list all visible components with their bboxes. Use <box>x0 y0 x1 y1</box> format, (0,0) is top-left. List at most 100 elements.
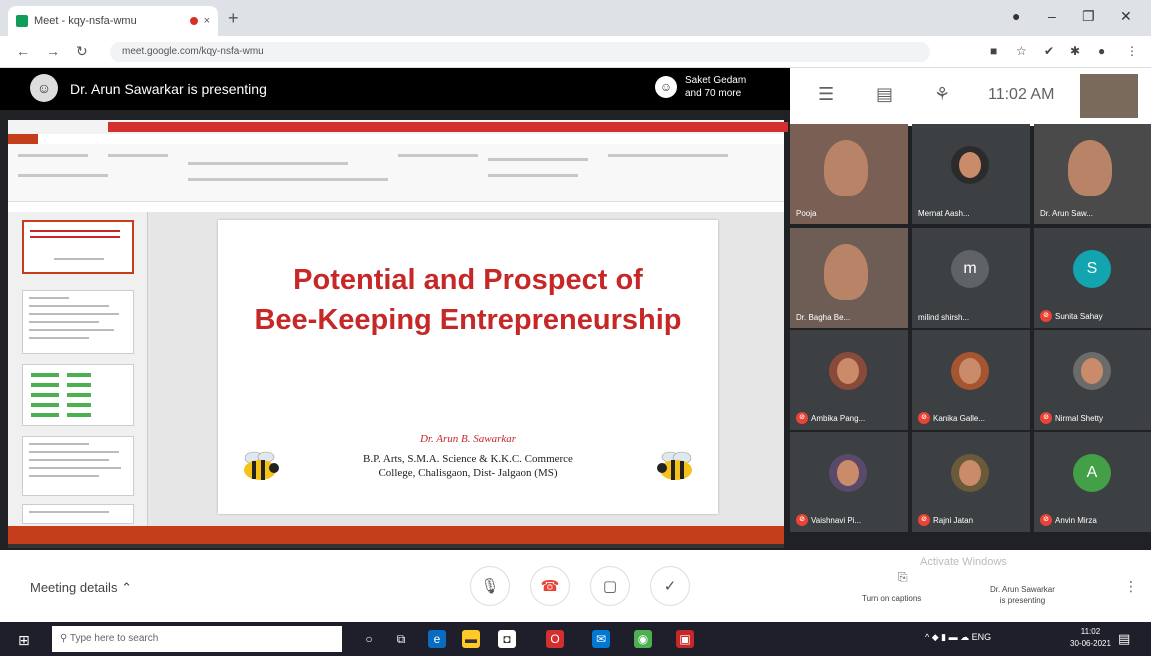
edge-icon[interactable]: e <box>428 630 446 648</box>
app-icon[interactable]: ▣ <box>676 630 694 648</box>
bee-right-icon <box>657 451 692 480</box>
bee-left-icon <box>244 451 279 480</box>
chrome-icon[interactable]: ◉ <box>634 630 652 648</box>
participant-name: Nirmal Shetty <box>1055 413 1104 423</box>
participant-tile[interactable]: Dr. Arun Saw... <box>1034 124 1151 224</box>
extensions-icon[interactable]: ✱ <box>1070 44 1080 58</box>
participant-name-row: ⊘ Vaishnavi Pi... <box>796 514 861 526</box>
participant-video <box>824 244 868 300</box>
browser-tab-strip: Meet - kqy-nsfa-wmu × + ● – ❐ ✕ <box>0 0 1151 36</box>
participant-name-row: Dr. Arun Saw... <box>1040 209 1093 218</box>
windows-start-icon[interactable]: ⊞ <box>18 632 30 649</box>
camera-icon: ▢ <box>602 578 618 595</box>
participants-icon[interactable]: ☰ <box>818 84 834 105</box>
windows-taskbar: ⊞ ⚲ Type here to search ○ ⧉ e ▬ ◘ O ✉ ◉ … <box>0 622 1151 656</box>
participant-name: Mernat Aash... <box>918 209 970 218</box>
mail-icon[interactable]: ✉ <box>592 630 610 648</box>
participant-name-row: ⊘ Rajni Jatan <box>918 514 973 526</box>
slide-college: B.P. Arts, S.M.A. Science & K.K.C. Comme… <box>318 452 618 480</box>
captions-icon[interactable]: ⎘ <box>898 570 908 585</box>
chevron-up-icon: ⌃ <box>121 580 132 595</box>
participant-tile[interactable]: Mernat Aash... <box>912 124 1030 224</box>
participant-tile[interactable]: Pooja <box>790 124 908 224</box>
participant-video <box>824 140 868 196</box>
raise-hand-button[interactable]: ✓ <box>650 566 690 606</box>
captions-label[interactable]: Turn on captions <box>862 594 921 603</box>
participant-tile[interactable]: ⊘ Rajni Jatan <box>912 432 1030 532</box>
slide-author: Dr. Arun B. Sawarkar <box>419 433 517 445</box>
camera-icon[interactable]: ■ <box>990 44 997 58</box>
file-explorer-icon[interactable]: ▬ <box>462 630 480 648</box>
viewer-avatar-icon: ☺ <box>655 76 677 98</box>
notification-icon[interactable]: ▤ <box>1118 631 1130 647</box>
mic-off-icon: ⊘ <box>1040 514 1052 526</box>
cortana-icon[interactable]: ○ <box>360 630 378 648</box>
back-icon[interactable]: ← <box>16 43 30 59</box>
close-window-button[interactable]: ✕ <box>1120 8 1132 25</box>
office-icon[interactable]: O <box>546 630 564 648</box>
browser-menu-icon[interactable]: ⋮ <box>1126 44 1138 58</box>
slide-thumbnail[interactable] <box>22 290 134 354</box>
close-tab-button[interactable]: × <box>204 15 210 27</box>
slide-thumbnail[interactable] <box>22 220 134 274</box>
mic-off-icon: ⊘ <box>1040 310 1052 322</box>
store-icon[interactable]: ◘ <box>498 630 516 648</box>
shared-powerpoint-window: Potential and Prospect of Bee-Keeping En… <box>8 120 788 548</box>
activities-icon[interactable]: ⚘ <box>934 84 950 105</box>
system-tray[interactable]: ^ ◆ ▮ ▬ ☁ ENG <box>925 632 991 643</box>
participant-name: Vaishnavi Pi... <box>811 515 862 525</box>
profile-icon[interactable]: ● <box>1012 8 1020 24</box>
taskbar-search-box[interactable]: ⚲ Type here to search <box>52 626 342 652</box>
reload-icon[interactable]: ↻ <box>76 43 88 60</box>
mic-off-icon: ⊘ <box>796 514 808 526</box>
taskbar-clock[interactable]: 11:02 30-06-2021 <box>1070 626 1111 650</box>
minimize-button[interactable]: – <box>1048 8 1056 24</box>
forward-icon[interactable]: → <box>46 43 60 59</box>
current-slide: Potential and Prospect of Bee-Keeping En… <box>218 220 718 514</box>
slide-thumbnail[interactable] <box>22 504 134 524</box>
extension-check-icon[interactable]: ✔ <box>1044 44 1054 58</box>
participant-tile[interactable]: m milind shirsh... <box>912 228 1030 328</box>
new-tab-button[interactable]: + <box>228 8 239 29</box>
participant-tile[interactable]: A ⊘ Anvin Mirza <box>1034 432 1151 532</box>
participant-avatar: m <box>951 250 989 288</box>
slide-thumbnail-pane <box>8 212 148 526</box>
bookmark-star-icon[interactable]: ☆ <box>1016 44 1027 58</box>
tab-title: Meet - kqy-nsfa-wmu <box>34 15 137 27</box>
mic-off-icon: ⊘ <box>918 514 930 526</box>
slide-thumbnail[interactable] <box>22 436 134 496</box>
mic-off-icon: ⊘ <box>1040 412 1052 424</box>
participant-tile[interactable]: ⊘ Vaishnavi Pi... <box>790 432 908 532</box>
participant-name-row: ⊘ Sunita Sahay <box>1040 310 1103 322</box>
browser-tab[interactable]: Meet - kqy-nsfa-wmu × <box>8 6 218 36</box>
participant-avatar <box>1073 352 1111 390</box>
more-options-icon[interactable]: ⋮ <box>1124 578 1138 595</box>
ppt-ribbon-tabs <box>8 134 784 144</box>
meeting-details-button[interactable]: Meeting details ⌃ <box>30 580 132 596</box>
participant-tile[interactable]: ⊘ Kanika Galle... <box>912 330 1030 430</box>
college-line-1: B.P. Arts, S.M.A. Science & K.K.C. Comme… <box>363 453 573 465</box>
meet-stage: ☺ Dr. Arun Sawarkar is presenting ☺ Sake… <box>0 68 1151 550</box>
self-view-tile[interactable] <box>1080 74 1138 118</box>
chat-icon[interactable]: ▤ <box>876 84 893 105</box>
account-avatar-icon[interactable]: ● <box>1098 44 1105 58</box>
url-field[interactable]: meet.google.com/kqy-nsfa-wmu <box>110 42 930 62</box>
leave-call-button[interactable]: ☎ <box>530 566 570 606</box>
meeting-details-label: Meeting details <box>30 580 118 595</box>
search-placeholder: Type here to search <box>69 633 159 644</box>
participant-name: Rajni Jatan <box>933 515 974 525</box>
viewers-summary[interactable]: ☺ Saket Gedam and 70 more <box>655 74 746 100</box>
participant-name: Pooja <box>796 209 817 218</box>
participant-tile[interactable]: ⊘ Nirmal Shetty <box>1034 330 1151 430</box>
maximize-button[interactable]: ❐ <box>1082 8 1095 25</box>
presenting-indicator[interactable]: Dr. Arun Sawarkar is presenting <box>990 584 1055 606</box>
task-view-icon[interactable]: ⧉ <box>392 630 410 648</box>
participant-tile[interactable]: S ⊘ Sunita Sahay <box>1034 228 1151 328</box>
microphone-button[interactable]: 🎙 <box>470 566 510 606</box>
participant-tile[interactable]: ⊘ Ambika Pang... <box>790 330 908 430</box>
participant-tile[interactable]: Dr. Bagha Be... <box>790 228 908 328</box>
ppt-title-red-strip <box>108 122 788 132</box>
viewers-line-1: Saket Gedam <box>685 75 747 86</box>
camera-button[interactable]: ▢ <box>590 566 630 606</box>
slide-thumbnail[interactable] <box>22 364 134 426</box>
